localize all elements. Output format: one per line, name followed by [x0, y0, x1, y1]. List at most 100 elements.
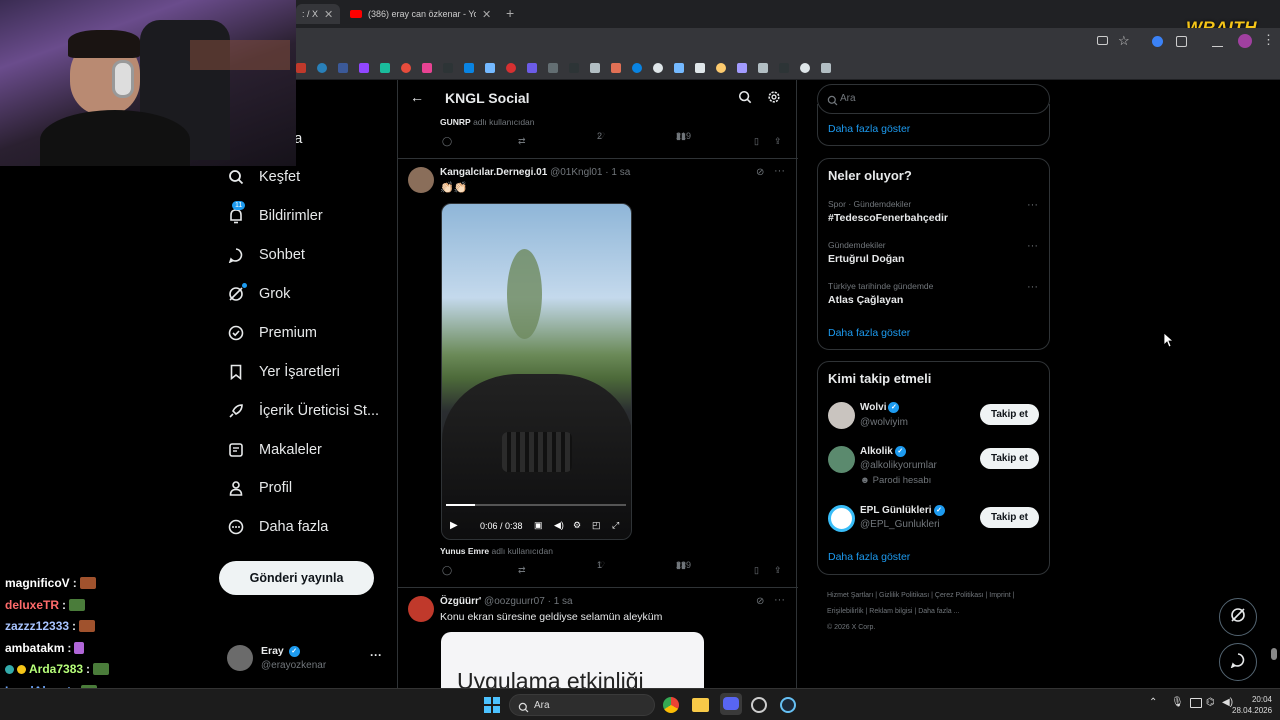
footer-link[interactable]: Gizlilik Politikası — [879, 592, 929, 599]
footer-link[interactable]: Erişilebilirlik — [827, 608, 864, 615]
bookmark-icon[interactable] — [611, 63, 621, 73]
steam-icon[interactable] — [780, 697, 796, 713]
bookmark-icon[interactable]: ▯ — [754, 565, 759, 576]
show-more-link[interactable]: Daha fazla göster — [828, 327, 910, 339]
file-explorer-icon[interactable] — [692, 698, 709, 712]
footer-link[interactable]: Reklam bilgisi — [869, 608, 912, 615]
footer-link[interactable]: Daha fazla ... — [918, 608, 959, 615]
bookmark-icon[interactable] — [800, 63, 810, 73]
user-name-row[interactable]: Alkolik ✓ — [860, 446, 906, 457]
show-more-link[interactable]: Daha fazla göster — [828, 551, 910, 563]
bookmark-icon[interactable] — [779, 63, 789, 73]
trend-item[interactable]: Spor · Gündemdekiler #TedescoFenerbahçed… — [828, 199, 1038, 224]
show-more-link[interactable]: Daha fazla göster — [828, 123, 910, 135]
microphone-icon[interactable]: 🎙 — [1171, 697, 1184, 708]
bookmark-icon[interactable] — [674, 63, 684, 73]
repost-icon[interactable]: ⇄ — [518, 136, 526, 147]
avatar[interactable] — [828, 402, 855, 429]
bookmark-icon[interactable] — [506, 63, 516, 73]
profile-avatar[interactable] — [1238, 34, 1252, 48]
grok-icon[interactable]: ⊘ — [756, 596, 764, 607]
sidebar-item-grok[interactable]: Grok — [227, 279, 290, 309]
close-icon[interactable]: ✕ — [482, 8, 491, 21]
network-icon[interactable]: ⌬ — [1206, 697, 1215, 708]
footer-link[interactable]: Çerez Politikası — [935, 592, 984, 599]
captions-icon[interactable]: ▣ — [534, 520, 543, 531]
bookmark-icon[interactable] — [758, 63, 768, 73]
bookmark-icon[interactable]: ▯ — [754, 136, 759, 147]
settings-icon[interactable]: ⚙ — [573, 520, 581, 531]
search-icon[interactable] — [738, 90, 752, 109]
play-icon[interactable]: ▶ — [450, 520, 458, 531]
footer-link[interactable]: Hizmet Şartları — [827, 592, 873, 599]
sidebar-item-notifications[interactable]: 11 Bildirimler — [227, 201, 323, 231]
share-icon[interactable]: ⇪ — [774, 565, 782, 576]
close-icon[interactable]: ✕ — [324, 8, 333, 21]
post-image[interactable]: Uygulama etkinliği — [441, 632, 704, 688]
avatar[interactable] — [408, 596, 434, 622]
chat-float-button[interactable] — [1219, 643, 1257, 681]
video-player[interactable]: ▶ 0:06 / 0:38 ▣ ◀) ⚙ ◰ ⤢ — [441, 203, 632, 540]
more-icon[interactable]: ··· — [1027, 199, 1038, 211]
bookmark-icon[interactable] — [821, 63, 831, 73]
user-name-row[interactable]: Wolvi ✓ — [860, 402, 900, 413]
user-name-row[interactable]: EPL Günlükleri ✓ — [860, 505, 945, 516]
taskbar-search-input[interactable]: Ara — [509, 694, 655, 716]
grok-icon[interactable]: ⊘ — [756, 167, 764, 178]
sidebar-item-bookmarks[interactable]: Yer İşaretleri — [227, 357, 340, 387]
account-more-icon[interactable]: ··· — [370, 648, 382, 662]
post-time[interactable]: 1 sa — [554, 596, 573, 607]
bookmark-icon[interactable] — [464, 63, 474, 73]
bookmark-icon[interactable] — [632, 63, 642, 73]
settings-icon[interactable] — [767, 90, 781, 109]
sidebar-item-profile[interactable]: Profil — [227, 473, 292, 503]
bookmark-icon[interactable] — [653, 63, 663, 73]
clock[interactable]: 20:04 28.04.2026 — [1232, 694, 1272, 716]
repost-icon[interactable]: ⇄ — [518, 565, 526, 576]
avatar[interactable] — [408, 167, 434, 193]
sidebar-item-articles[interactable]: Makaleler — [227, 435, 322, 465]
bookmark-icon[interactable] — [695, 63, 705, 73]
post-button[interactable]: Gönderi yayınla — [219, 561, 374, 595]
follow-button[interactable]: Takip et — [980, 507, 1039, 528]
volume-icon[interactable]: ◀) — [554, 520, 564, 531]
trend-item[interactable]: Gündemdekiler Ertuğrul Doğan — [828, 240, 1038, 265]
reply-icon[interactable]: ◯ — [442, 136, 452, 147]
bookmark-icon[interactable] — [569, 63, 579, 73]
share-icon[interactable]: ⇪ — [774, 136, 782, 147]
sidebar-item-creator-studio[interactable]: İçerik Üreticisi St... — [227, 396, 379, 426]
new-tab-button[interactable]: + — [506, 5, 514, 21]
follow-button[interactable]: Takip et — [980, 448, 1039, 469]
trend-item[interactable]: Türkiye tarihinde gündemde Atlas Çağlaya… — [828, 281, 1038, 306]
menu-icon[interactable]: ⋮ — [1262, 32, 1275, 48]
sidebar-item-premium[interactable]: Premium — [227, 318, 317, 348]
more-icon[interactable]: ··· — [1027, 240, 1038, 252]
follow-button[interactable]: Takip et — [980, 404, 1039, 425]
more-icon[interactable]: ··· — [774, 594, 785, 606]
author-handle[interactable]: @oozguurr07 — [484, 596, 545, 607]
sidebar-item-chat[interactable]: Sohbet — [227, 240, 305, 270]
tray-chevron-icon[interactable]: ⌃ — [1149, 697, 1157, 708]
bookmark-icon[interactable] — [527, 63, 537, 73]
download-icon[interactable] — [1212, 36, 1223, 47]
sidebar-item-explore[interactable]: Keşfet — [227, 162, 300, 192]
monitor-icon[interactable] — [1190, 698, 1202, 708]
bookmark-icon[interactable] — [317, 63, 327, 73]
bookmark-icon[interactable] — [401, 63, 411, 73]
bookmark-icon[interactable] — [485, 63, 495, 73]
app-icon[interactable] — [751, 697, 767, 713]
pip-icon[interactable]: ◰ — [592, 520, 601, 531]
account-switcher[interactable]: Eray ✓ @erayozkenar ··· — [227, 645, 387, 675]
more-icon[interactable]: ··· — [774, 165, 785, 177]
taskbar-active-app[interactable] — [720, 693, 742, 715]
bookmark-icon[interactable] — [443, 63, 453, 73]
grok-float-button[interactable] — [1219, 598, 1257, 636]
author-handle[interactable]: @01Kngl01 — [550, 167, 602, 178]
fullscreen-icon[interactable]: ⤢ — [612, 520, 619, 531]
sidebar-item-more[interactable]: Daha fazla — [227, 512, 328, 542]
bookmark-icon[interactable] — [380, 63, 390, 73]
post-time[interactable]: 1 sa — [611, 167, 630, 178]
scrollbar-thumb[interactable] — [1271, 648, 1277, 660]
windows-start-icon[interactable] — [484, 697, 500, 713]
bookmark-icon[interactable] — [296, 63, 306, 73]
